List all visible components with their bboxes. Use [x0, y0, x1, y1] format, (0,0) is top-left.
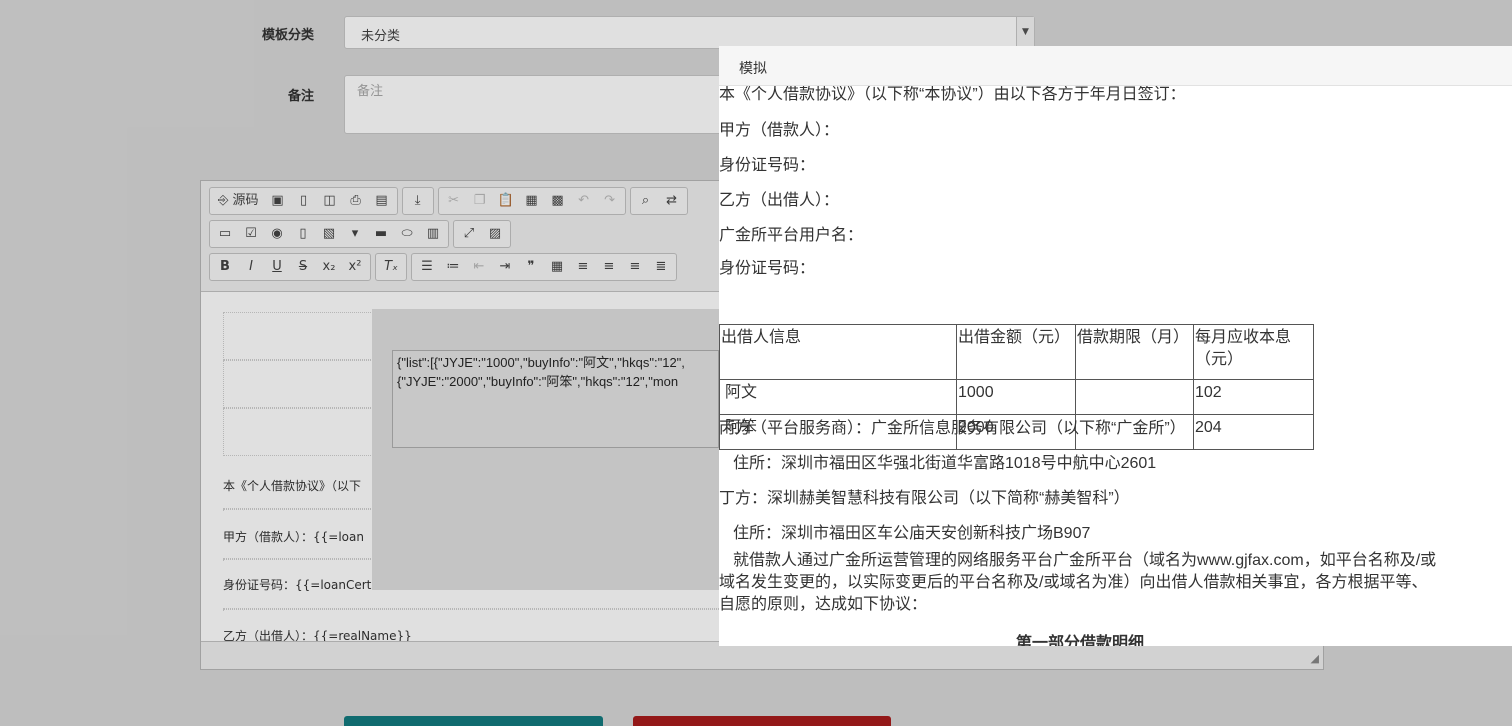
id-a-text: 身份证号码：	[719, 157, 816, 174]
table-cell: 102	[1193, 379, 1314, 415]
section-title: 第一部分借款明细	[1016, 635, 1145, 646]
data-input-dialog: {"list":[{"JYJE":"1000","buyInfo":"阿文","…	[372, 309, 719, 590]
table-cell: 阿文	[719, 379, 957, 415]
table-header-cell: 出借金额（元）	[956, 324, 1076, 380]
address-c-text: 住所：深圳市福田区华强北街道华富路1018号中航中心2601	[733, 455, 1157, 472]
table-header-cell: 每月应收本息（元）	[1193, 324, 1314, 380]
preview-dialog: 模拟 本《个人借款协议》（以下称“本协议”）由以下各方于年月日签订： 甲方（借款…	[719, 46, 1512, 646]
agreement-paragraph: 就借款人通过广金所运营管理的网络服务平台广金所平台（域名为www.gjfax.c…	[719, 552, 1437, 613]
table-header-cell: 借款期限（月）	[1075, 324, 1194, 380]
platform-user-text: 广金所平台用户名：	[719, 227, 864, 244]
address-d-text: 住所：深圳市福田区车公庙天安创新科技广场B907	[733, 525, 1091, 542]
table-cell: 1000	[956, 379, 1076, 415]
preview-dialog-header: 模拟	[719, 46, 1512, 86]
table-cell	[1075, 379, 1194, 415]
party-b-text: 乙方（出借人）：	[719, 192, 840, 209]
id-b-text: 身份证号码：	[719, 260, 816, 277]
party-a-text: 甲方（借款人）：	[719, 122, 840, 139]
preview-content[interactable]: 本《个人借款协议》（以下称“本协议”）由以下各方于年月日签订： 甲方（借款人）：…	[719, 86, 1512, 646]
table-header-row: 出借人信息 出借金额（元） 借款期限（月） 每月应收本息（元）	[719, 324, 1314, 380]
table-header-cell: 出借人信息	[719, 324, 957, 380]
table-row: 阿文 1000 102	[719, 379, 1314, 415]
table-cell: 204	[1193, 414, 1314, 450]
preview-dialog-title: 模拟	[739, 61, 767, 77]
json-data-textarea[interactable]: {"list":[{"JYJE":"1000","buyInfo":"阿文","…	[392, 350, 719, 448]
party-d-text: 丁方：深圳赫美智慧科技有限公司（以下简称“赫美智科”）	[719, 490, 1130, 507]
intro-text: 本《个人借款协议》（以下称“本协议”）由以下各方于年月日签订：	[719, 86, 1186, 103]
party-c-text: 丙方（平台服务商）：广金所信息服务有限公司（以下称“广金所”）	[719, 420, 1186, 437]
